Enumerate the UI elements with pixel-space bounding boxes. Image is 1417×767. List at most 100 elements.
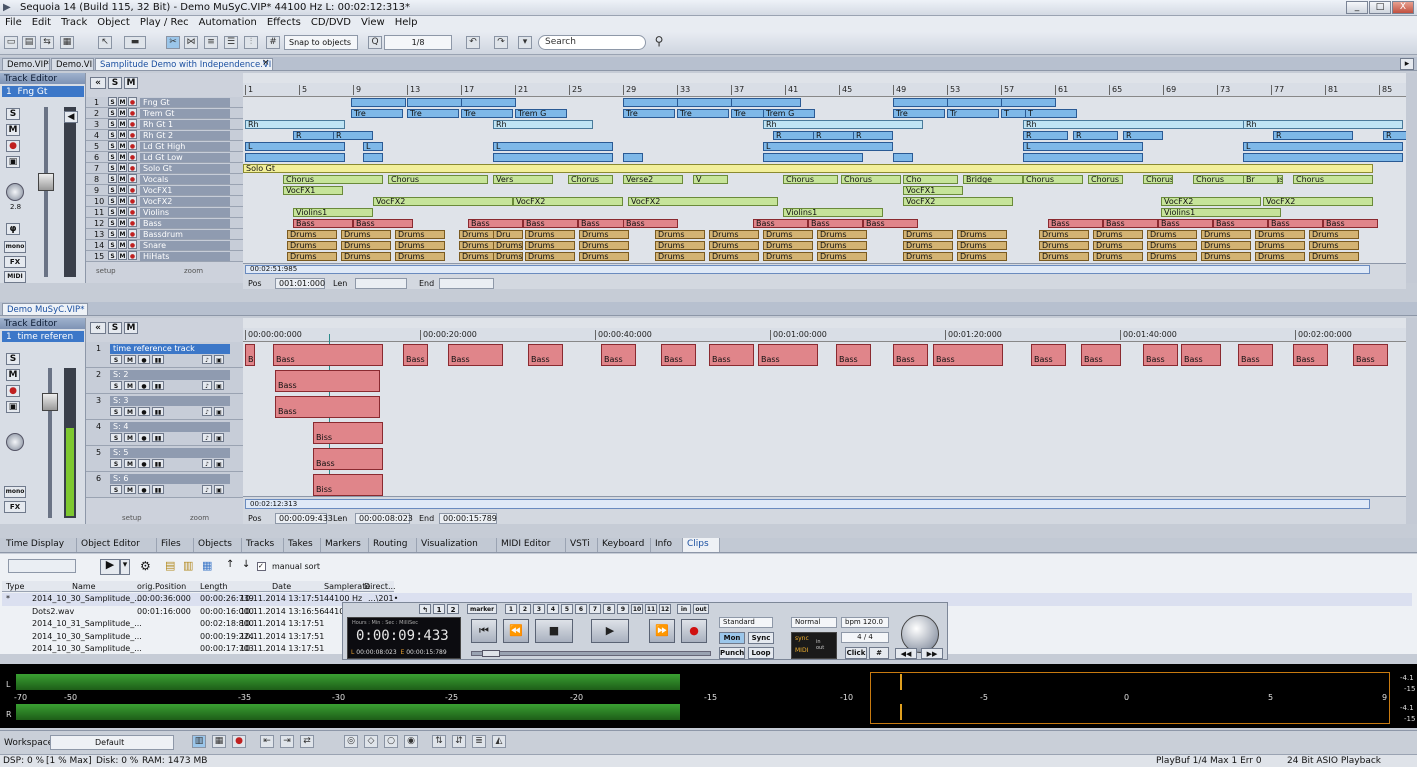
manual-sort-checkbox[interactable]: ✓ — [257, 562, 266, 571]
clip-block[interactable]: Violins1 — [783, 208, 883, 217]
marker-button[interactable]: 8 — [603, 604, 615, 614]
clip-block[interactable] — [623, 98, 678, 107]
clip-block[interactable]: Drums — [1039, 252, 1089, 261]
clip-block[interactable]: Chorus — [1143, 175, 1173, 184]
clip-block[interactable]: Drums — [763, 252, 813, 261]
clip-block[interactable]: Chorus — [1193, 175, 1248, 184]
lock-icon[interactable]: ▣ — [6, 156, 20, 168]
clip-block[interactable]: Biss — [313, 474, 383, 496]
track-button-icon[interactable]: S — [110, 381, 122, 390]
vertical-scrollbar-top[interactable] — [1406, 73, 1417, 283]
tool-b-icon[interactable]: ⇥ — [280, 735, 294, 748]
save-icon[interactable]: ▦ — [60, 36, 74, 49]
track-fx-icon[interactable]: ♪ — [202, 485, 212, 494]
clip-block[interactable]: Drums — [1147, 252, 1197, 261]
docker-tab-takes[interactable]: Takes — [284, 538, 321, 552]
clip-block[interactable]: Drums — [1255, 230, 1305, 239]
clip-block[interactable]: Tre — [623, 109, 675, 118]
track-header[interactable]: 12 S M ● Bass — [86, 218, 243, 229]
track-button-icon[interactable]: S — [110, 407, 122, 416]
end-field-bottom[interactable]: 00:00:15:789 — [439, 513, 497, 524]
mono-button-bottom[interactable]: mono — [4, 486, 26, 498]
rewind-button[interactable]: ⏪ — [503, 619, 529, 643]
clip-block[interactable]: Drums — [1255, 241, 1305, 250]
record-button[interactable]: ● — [6, 140, 20, 152]
track-mute-icon[interactable]: M — [118, 229, 127, 238]
scroll-tabs-icon[interactable]: ▸ — [1400, 58, 1414, 70]
clip-block[interactable]: Bass — [893, 344, 928, 366]
track-mute-icon[interactable]: M — [118, 174, 127, 183]
search-icon[interactable]: ⚲ — [652, 35, 666, 49]
track-fx-icon[interactable]: ♪ — [202, 381, 212, 390]
layout-2-icon[interactable]: ▦ — [212, 735, 226, 748]
marker-label[interactable]: marker — [467, 604, 497, 614]
docker-tab-midi-editor[interactable]: MIDI Editor — [497, 538, 566, 552]
clip-block[interactable]: Tre — [893, 109, 945, 118]
track-lock-icon[interactable]: ▣ — [214, 485, 224, 494]
track-name[interactable]: Violins — [140, 208, 230, 217]
mixer-icon[interactable]: ⫶ — [244, 36, 258, 49]
clip-block[interactable]: Drums — [525, 241, 575, 250]
clip-block[interactable]: Bass — [1031, 344, 1066, 366]
track-name[interactable]: S: 3 — [110, 396, 230, 406]
range-tool-icon[interactable]: ▬ — [124, 36, 146, 49]
clip-block[interactable]: Solo Gt — [243, 164, 1373, 173]
glue-icon[interactable]: ≡ — [204, 36, 218, 49]
clip-block[interactable]: Tre — [677, 109, 729, 118]
tab-samplitude-demo[interactable]: Samplitude Demo with Independence.VIP — [95, 58, 273, 71]
track-mute-icon[interactable]: M — [118, 108, 127, 117]
track-lock-icon[interactable]: ▣ — [214, 459, 224, 468]
clip-block[interactable]: L — [763, 142, 893, 151]
clip-block[interactable]: Drums — [287, 252, 337, 261]
clip-block[interactable]: Chorus — [783, 175, 838, 184]
clip-block[interactable]: Drums — [493, 241, 523, 250]
sync-button[interactable]: Sync — [748, 632, 774, 644]
clip-block[interactable] — [1023, 153, 1143, 162]
track-header[interactable]: 15 S M ● HiHats — [86, 251, 243, 262]
track-button-icon[interactable]: M — [124, 381, 136, 390]
lock-icon-bottom[interactable]: ▣ — [6, 401, 20, 413]
track-record-icon[interactable]: ● — [128, 108, 137, 117]
track-header[interactable]: 8 S M ● Vocals — [86, 174, 243, 185]
clip-block[interactable]: Tr — [947, 109, 999, 118]
track-mute-icon[interactable]: M — [118, 196, 127, 205]
docker-tab-clips[interactable]: Clips — [683, 538, 720, 552]
docker-tab-object-editor[interactable]: Object Editor — [77, 538, 157, 552]
clip-block[interactable]: Chorus — [283, 175, 383, 184]
clip-block[interactable]: Rh — [763, 120, 923, 129]
clip-block[interactable]: L — [245, 142, 345, 151]
pan-knob-bottom[interactable] — [6, 433, 24, 451]
track-record-icon[interactable]: ● — [128, 141, 137, 150]
track-solo-icon[interactable]: S — [108, 218, 117, 227]
clip-block[interactable]: Drums — [709, 252, 759, 261]
clip-block[interactable]: Drums — [395, 230, 445, 239]
track-button-icon[interactable]: ▮▮ — [152, 407, 164, 416]
tool-i-icon[interactable]: ⇵ — [452, 735, 466, 748]
track-record-icon[interactable]: ● — [128, 251, 137, 260]
clip-block[interactable] — [947, 98, 1002, 107]
marker-button[interactable]: 7 — [589, 604, 601, 614]
docker-tab-vsti[interactable]: VSTi — [566, 538, 598, 552]
track-lock-icon[interactable]: ▣ — [214, 381, 224, 390]
clip-block[interactable]: Trem G — [763, 109, 815, 118]
volume-fader[interactable] — [38, 173, 54, 191]
track-lock-icon[interactable]: ▣ — [214, 433, 224, 442]
open-folder-icon[interactable]: ▥ — [183, 559, 193, 572]
clip-block[interactable]: Drums — [1147, 230, 1197, 239]
selected-track[interactable]: 1 Fng Gt — [2, 86, 84, 97]
clip-block[interactable]: Violins1 — [293, 208, 373, 217]
minimize-button[interactable]: _ — [1346, 1, 1368, 14]
clip-block[interactable]: Drums — [1309, 252, 1359, 261]
len-field-bottom[interactable]: 00:00:08:023 — [355, 513, 413, 524]
clip-block[interactable]: Drums — [655, 252, 705, 261]
grid-icon[interactable]: # — [266, 36, 280, 49]
clip-block[interactable]: L — [1023, 142, 1143, 151]
menu-track[interactable]: Track — [56, 16, 92, 29]
clip-block[interactable]: Bass — [933, 344, 1003, 366]
fx-button[interactable]: FX — [4, 256, 26, 268]
column-header[interactable]: Type — [6, 582, 24, 591]
pan-knob[interactable] — [6, 183, 24, 201]
clip-block[interactable]: Bass — [245, 344, 255, 366]
clip-block[interactable]: Bass — [1238, 344, 1273, 366]
track-solo-icon[interactable]: S — [108, 174, 117, 183]
